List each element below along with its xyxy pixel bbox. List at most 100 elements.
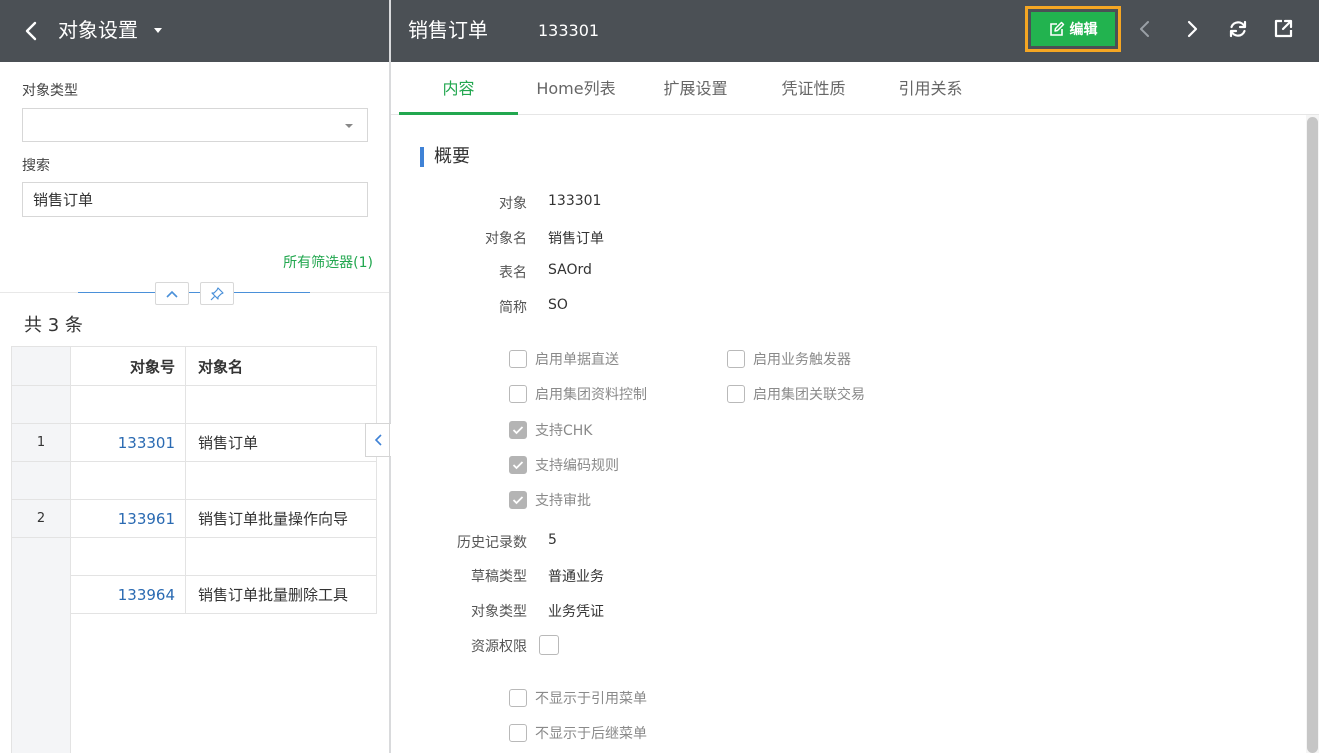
table-row[interactable]: 1 133301 销售订单 (11, 423, 377, 462)
prop-label-resource-permission: 资源权限 (471, 639, 527, 655)
filter-row-index (11, 385, 71, 424)
checkbox-label: 启用集团关联交易 (753, 387, 865, 403)
row-gap-cell (70, 461, 186, 500)
check-icon (512, 461, 524, 470)
checkbox-hide-from-reference-menu[interactable]: 不显示于引用菜单 (509, 688, 647, 708)
filter-row (11, 385, 377, 424)
prop-value-draft-type: 普通业务 (548, 569, 604, 585)
checkbox-label: 不显示于引用菜单 (535, 691, 647, 707)
checkbox-box[interactable] (727, 385, 745, 403)
prop-label-table-name: 表名 (499, 265, 527, 281)
row-index: 1 (11, 423, 71, 462)
checkbox-enable-business-trigger[interactable]: 启用业务触发器 (727, 349, 851, 369)
checkbox-box[interactable] (539, 635, 559, 655)
prop-label-short-name: 简称 (499, 300, 527, 316)
all-filters-link[interactable]: 所有筛选器(1) (283, 252, 373, 272)
detail-tabs: 内容 Home列表 扩展设置 凭证性质 引用关系 (391, 62, 1319, 115)
detail-content: 概要 对象 133301 对象名 销售订单 表名 SAOrd 简称 SO 启用单… (391, 115, 1319, 753)
index-column-fill (12, 546, 71, 753)
tab-voucher-nature[interactable]: 凭证性质 (771, 62, 856, 115)
prop-value-table-name: SAOrd (548, 262, 592, 278)
prop-value-short-name: SO (548, 297, 568, 313)
checkbox-hide-from-successor-menu[interactable]: 不显示于后继菜单 (509, 723, 647, 743)
checkbox-label: 启用业务触发器 (753, 352, 851, 368)
scrollbar-thumb[interactable] (1307, 117, 1318, 753)
table-header: 对象号 对象名 (11, 346, 377, 386)
checkbox-resource-permission[interactable] (539, 635, 567, 655)
tab-content[interactable]: 内容 (399, 62, 518, 115)
checkbox-box[interactable] (509, 689, 527, 707)
back-icon[interactable] (20, 19, 44, 43)
edit-icon (1049, 21, 1064, 36)
tab-home-list[interactable]: Home列表 (531, 62, 621, 115)
object-name-cell[interactable]: 销售订单批量操作向导 (185, 499, 377, 538)
previous-record-icon[interactable] (1133, 17, 1157, 41)
tab-extension-settings[interactable]: 扩展设置 (653, 62, 738, 115)
object-no-link[interactable]: 133301 (70, 423, 186, 462)
caret-down-icon[interactable] (154, 28, 162, 33)
search-label: 搜索 (22, 158, 50, 174)
table-empty-area (11, 546, 377, 753)
collapse-filters-button[interactable] (155, 282, 189, 305)
section-title: 概要 (420, 147, 470, 167)
open-in-new-window-icon[interactable] (1271, 17, 1295, 41)
prop-value-object: 133301 (548, 193, 602, 209)
object-type-label: 对象类型 (22, 83, 78, 99)
column-header-object-name[interactable]: 对象名 (185, 346, 377, 386)
checkbox-support-approval[interactable]: 支持审批 (509, 490, 591, 510)
checkbox-label: 启用单据直送 (535, 352, 619, 368)
prop-label-object-name: 对象名 (485, 231, 527, 247)
edit-button-body[interactable]: 编辑 (1031, 12, 1115, 46)
filter-divider (78, 292, 310, 293)
checkbox-support-chk[interactable]: 支持CHK (509, 420, 592, 440)
row-gap-index (11, 461, 71, 500)
checkbox-label: 支持CHK (535, 423, 593, 439)
checkbox-box[interactable] (509, 350, 527, 368)
tab-references[interactable]: 引用关系 (888, 62, 973, 115)
checkbox-box[interactable] (509, 421, 527, 439)
pin-filters-button[interactable] (200, 282, 234, 305)
checkbox-enable-group-related-transaction[interactable]: 启用集团关联交易 (727, 384, 865, 404)
prop-label-object-type: 对象类型 (471, 604, 527, 620)
prop-label-draft-type: 草稿类型 (471, 569, 527, 585)
refresh-icon[interactable] (1226, 17, 1250, 41)
edit-button-label: 编辑 (1069, 22, 1098, 38)
edit-button[interactable]: 编辑 (1025, 6, 1121, 52)
next-record-icon[interactable] (1180, 17, 1204, 41)
filter-cell-object-no[interactable] (70, 385, 186, 424)
checkbox-label: 启用集团资料控制 (535, 387, 647, 403)
panel-title: 对象设置 (58, 18, 138, 42)
checkbox-box[interactable] (509, 491, 527, 509)
prop-label-history-count: 历史记录数 (457, 535, 527, 551)
row-index: 2 (11, 499, 71, 538)
prop-label-object: 对象 (499, 196, 527, 212)
detail-header: 销售订单 133301 编辑 (391, 0, 1319, 62)
result-count: 共 3 条 (24, 315, 83, 336)
checkbox-label: 不显示于后继菜单 (535, 726, 647, 742)
object-name-cell[interactable]: 销售订单 (185, 423, 377, 462)
check-icon (512, 426, 524, 435)
content-scrollbar[interactable] (1306, 115, 1319, 753)
row-gap (11, 461, 377, 500)
index-header (11, 346, 71, 386)
caret-down-icon (345, 124, 353, 128)
object-detail-panel: 销售订单 133301 编辑 内容 Home列表 扩展设置 凭证性质 引用关系 … (391, 0, 1319, 753)
checkbox-support-coding-rules[interactable]: 支持编码规则 (509, 455, 619, 475)
checkbox-box[interactable] (509, 456, 527, 474)
prop-value-object-type: 业务凭证 (548, 604, 604, 620)
checkbox-label: 支持编码规则 (535, 458, 619, 474)
object-type-select[interactable] (22, 108, 368, 142)
filter-cell-object-name[interactable] (185, 385, 377, 424)
search-input[interactable] (22, 182, 368, 217)
checkbox-box[interactable] (509, 724, 527, 742)
chevron-left-icon (374, 434, 382, 446)
collapse-left-button[interactable] (366, 424, 389, 456)
table-row[interactable]: 2 133961 销售订单批量操作向导 (11, 499, 377, 538)
checkbox-enable-direct-send[interactable]: 启用单据直送 (509, 349, 619, 369)
checkbox-box[interactable] (727, 350, 745, 368)
left-header: 对象设置 (0, 0, 389, 62)
column-header-object-no[interactable]: 对象号 (70, 346, 186, 386)
checkbox-box[interactable] (509, 385, 527, 403)
checkbox-enable-group-data-control[interactable]: 启用集团资料控制 (509, 384, 647, 404)
object-no-link[interactable]: 133961 (70, 499, 186, 538)
